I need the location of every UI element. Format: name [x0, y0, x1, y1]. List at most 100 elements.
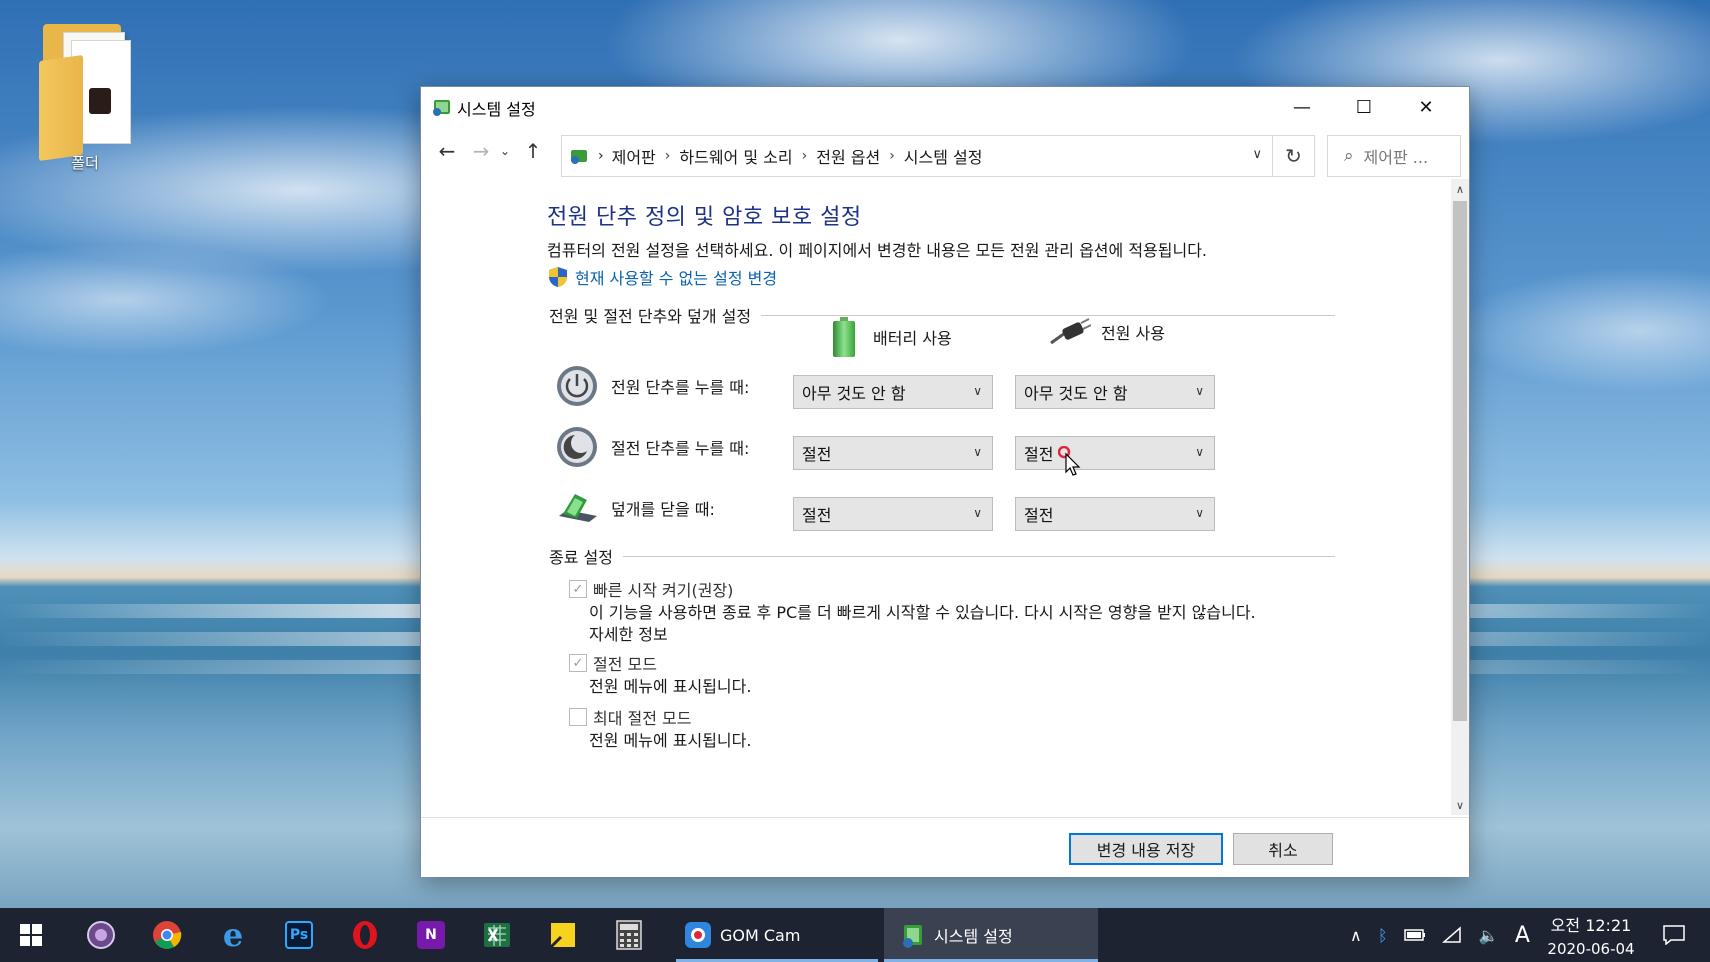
page-title: 전원 단추 정의 및 암호 보호 설정 — [547, 205, 862, 230]
lid-close-battery-select[interactable]: 절전 ∨ — [793, 497, 993, 531]
system-settings-window: 시스템 설정 — ☐ ✕ ← → ⌄ ↑ › 제어판 › 하드웨어 및 소리 ›… — [420, 86, 1470, 877]
power-button-row: 전원 단추를 누를 때: — [555, 364, 779, 408]
sleep-mode-option[interactable]: ✓ 절전 모드 — [569, 651, 657, 675]
taskbar-system-settings[interactable]: 시스템 설정 — [884, 908, 1098, 962]
breadcrumb-separator: › — [889, 148, 895, 164]
chevron-down-icon: ∨ — [1195, 506, 1204, 520]
taskbar-sticky-notes[interactable] — [532, 908, 594, 962]
breadcrumb-separator: › — [801, 148, 808, 164]
taskbar-chrome[interactable] — [136, 908, 198, 962]
address-dropdown-icon[interactable]: ∨ — [1252, 147, 1262, 162]
cancel-button[interactable]: 취소 — [1233, 833, 1333, 865]
hibernate-checkbox[interactable] — [569, 708, 587, 726]
forward-arrow-icon[interactable]: → — [467, 137, 495, 165]
windows-logo-icon — [20, 924, 42, 946]
taskbar-onenote[interactable]: N — [400, 908, 462, 962]
start-button[interactable] — [0, 908, 62, 962]
sleep-mode-label: 절전 모드 — [593, 655, 657, 674]
hibernate-description: 전원 메뉴에 표시됩니다. — [589, 731, 752, 750]
battery-column-header: 배터리 사용 — [833, 317, 952, 357]
power-button-battery-select[interactable]: 아무 것도 안 함 ∨ — [793, 375, 993, 409]
title-bar[interactable]: 시스템 설정 — ☐ ✕ — [421, 87, 1469, 127]
breadcrumb-power-options[interactable]: 전원 옵션 — [816, 144, 880, 168]
close-button[interactable]: ✕ — [1395, 87, 1457, 127]
battery-icon[interactable] — [1404, 928, 1426, 942]
select-value: 아무 것도 안 함 — [1024, 384, 1128, 403]
taskbar-calculator[interactable] — [598, 908, 660, 962]
section-divider — [622, 555, 1335, 557]
action-center-button[interactable] — [1654, 908, 1694, 962]
breadcrumb-separator: › — [598, 148, 604, 164]
back-arrow-icon[interactable]: ← — [433, 137, 461, 165]
taskbar-app-purple[interactable] — [70, 908, 132, 962]
section-label: 종료 설정 — [549, 548, 613, 567]
section-divider — [761, 314, 1335, 316]
power-plug-icon — [1050, 318, 1091, 345]
fast-startup-label: 빠른 시작 켜기(권장) — [593, 581, 734, 600]
minimize-button[interactable]: — — [1271, 87, 1333, 127]
breadcrumb-system-settings[interactable]: 시스템 설정 — [904, 144, 983, 168]
uac-shield-icon — [549, 267, 567, 287]
admin-link-row[interactable]: 현재 사용할 수 없는 설정 변경 — [547, 265, 777, 289]
system-settings-label: 시스템 설정 — [934, 927, 1013, 946]
address-bar[interactable]: › 제어판 › 하드웨어 및 소리 › 전원 옵션 › 시스템 설정 ∨ — [561, 135, 1273, 177]
scroll-down-icon[interactable]: ∨ — [1451, 795, 1469, 815]
power-column-label: 전원 사용 — [1101, 324, 1165, 343]
wifi-icon[interactable] — [1442, 926, 1462, 944]
lid-close-label: 덮개를 닫을 때: — [611, 500, 715, 519]
fast-startup-option[interactable]: ✓ 빠른 시작 켜기(권장) — [569, 577, 733, 601]
page-description: 컴퓨터의 전원 설정을 선택하세요. 이 페이지에서 변경한 내용은 모든 전원… — [547, 241, 1208, 260]
circle-app-icon — [87, 921, 115, 949]
chevron-down-icon: ∨ — [1195, 445, 1204, 459]
taskbar-edge[interactable]: e — [202, 908, 264, 962]
search-box[interactable]: ⌕ 제어판 ... — [1327, 135, 1461, 177]
sleep-button-plugged-select[interactable]: 절전 ∨ — [1015, 436, 1215, 470]
laptop-lid-icon — [559, 494, 597, 522]
volume-icon[interactable]: 🔈 — [1479, 926, 1499, 945]
show-hidden-icons-icon[interactable]: ∧ — [1350, 926, 1362, 945]
ime-indicator[interactable]: A — [1515, 923, 1530, 948]
change-unavailable-settings-link[interactable]: 현재 사용할 수 없는 설정 변경 — [575, 265, 777, 289]
mouse-cursor-icon — [1058, 446, 1081, 476]
breadcrumb: 제어판 › 하드웨어 및 소리 › 전원 옵션 › 시스템 설정 — [612, 144, 983, 168]
power-button-label: 전원 단추를 누를 때: — [611, 378, 750, 397]
scroll-thumb[interactable] — [1453, 201, 1467, 721]
dialog-footer: 변경 내용 저장 취소 — [421, 817, 1469, 877]
taskbar-excel[interactable] — [466, 908, 528, 962]
vertical-scrollbar[interactable]: ∧ ∨ — [1451, 179, 1469, 815]
control-panel-icon — [571, 150, 587, 164]
select-value: 절전 — [1024, 506, 1054, 525]
maximize-button[interactable]: ☐ — [1333, 87, 1395, 127]
lid-close-plugged-select[interactable]: 절전 ∨ — [1015, 497, 1215, 531]
sleep-button-row: 절전 단추를 누를 때: — [555, 425, 779, 469]
excel-icon — [484, 923, 510, 947]
taskbar-opera[interactable] — [334, 908, 396, 962]
bluetooth-icon[interactable]: ᛒ — [1378, 926, 1388, 945]
scroll-up-icon[interactable]: ∧ — [1451, 179, 1469, 199]
breadcrumb-control-panel[interactable]: 제어판 — [612, 144, 656, 168]
save-changes-button[interactable]: 변경 내용 저장 — [1069, 833, 1223, 865]
sleep-mode-checkbox[interactable]: ✓ — [569, 654, 587, 672]
content-area: 전원 단추 정의 및 암호 보호 설정 컴퓨터의 전원 설정을 선택하세요. 이… — [421, 179, 1451, 815]
battery-icon — [833, 317, 855, 357]
fast-startup-description: 이 기능을 사용하면 종료 후 PC를 더 빠르게 시작할 수 있습니다. 다시… — [589, 603, 1256, 622]
desktop-folder-icon[interactable]: 폴더 — [30, 18, 140, 173]
up-arrow-icon[interactable]: ↑ — [519, 137, 547, 165]
fast-startup-checkbox[interactable]: ✓ — [569, 580, 587, 598]
edge-icon: e — [222, 916, 244, 954]
clock[interactable]: 오전 12:21 2020-06-04 — [1536, 912, 1646, 958]
hibernate-option[interactable]: 최대 절전 모드 — [569, 705, 692, 729]
taskbar-gom-cam[interactable]: GOM Cam — [676, 908, 878, 962]
battery-column-label: 배터리 사용 — [873, 329, 952, 348]
sleep-button-battery-select[interactable]: 절전 ∨ — [793, 436, 993, 470]
breadcrumb-hardware-sound[interactable]: 하드웨어 및 소리 — [679, 144, 792, 168]
power-button-icon — [557, 366, 597, 406]
more-info-link[interactable]: 자세한 정보 — [589, 621, 668, 645]
select-value: 아무 것도 안 함 — [802, 384, 906, 403]
taskbar-photoshop[interactable]: Ps — [268, 908, 330, 962]
select-value: 절전 — [1024, 445, 1054, 464]
recent-chevron-icon[interactable]: ⌄ — [495, 137, 515, 165]
power-button-plugged-select[interactable]: 아무 것도 안 함 ∨ — [1015, 375, 1215, 409]
refresh-icon[interactable]: ↻ — [1273, 135, 1315, 177]
folder-icon — [35, 18, 135, 162]
